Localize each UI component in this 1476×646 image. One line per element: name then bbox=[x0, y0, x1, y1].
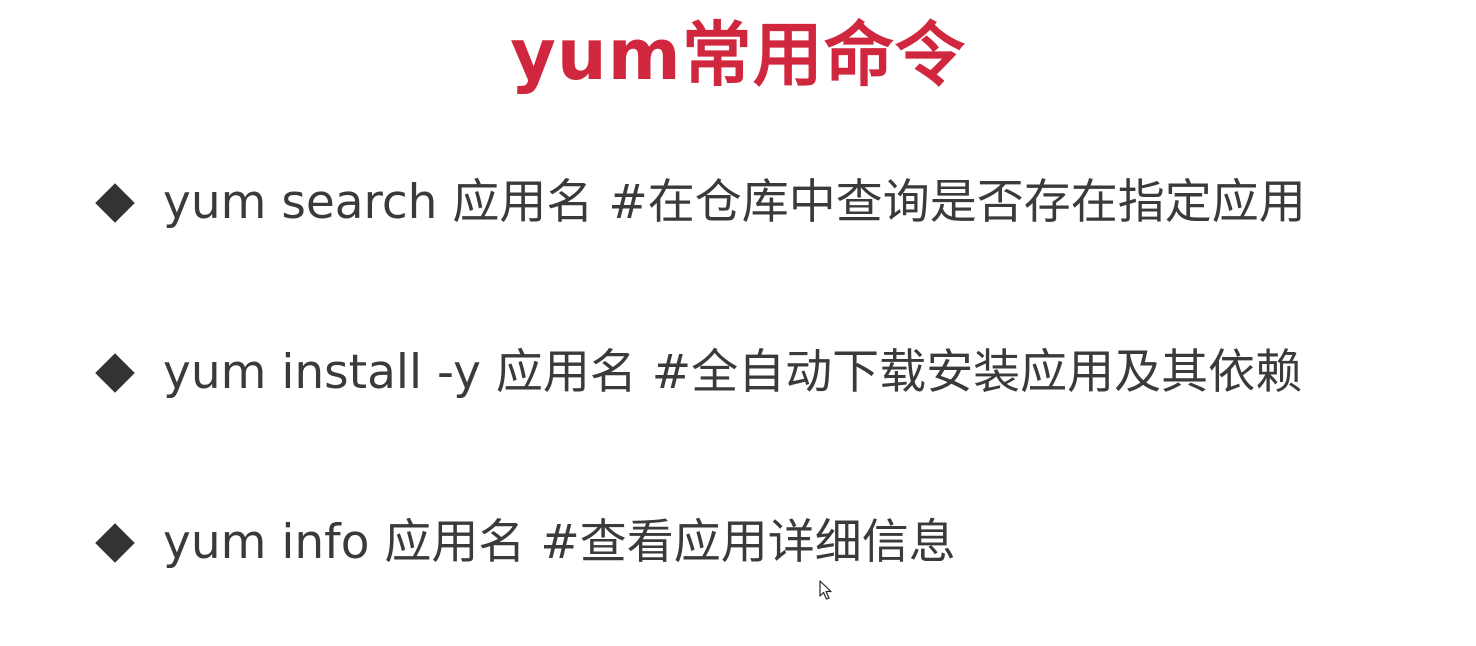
bullet-item-install: yum install -y 应用名 #全自动下载安装应用及其依赖 bbox=[95, 338, 1302, 408]
bullet-item-info: yum info 应用名 #查看应用详细信息 bbox=[95, 508, 956, 578]
bullet-list: yum search 应用名 #在仓库中查询是否存在指定应用 yum insta… bbox=[95, 0, 1455, 646]
diamond-bullet-icon bbox=[95, 523, 135, 563]
bullet-text: yum search 应用名 #在仓库中查询是否存在指定应用 bbox=[163, 175, 1306, 230]
diamond-bullet-icon bbox=[95, 183, 135, 223]
mouse-pointer-icon bbox=[819, 580, 832, 600]
diamond-bullet-icon bbox=[95, 353, 135, 393]
bullet-item-search: yum search 应用名 #在仓库中查询是否存在指定应用 bbox=[95, 168, 1306, 238]
slide: yum常用命令 yum search 应用名 #在仓库中查询是否存在指定应用 y… bbox=[0, 0, 1476, 646]
bullet-text: yum info 应用名 #查看应用详细信息 bbox=[163, 515, 956, 570]
bullet-text: yum install -y 应用名 #全自动下载安装应用及其依赖 bbox=[163, 345, 1303, 400]
